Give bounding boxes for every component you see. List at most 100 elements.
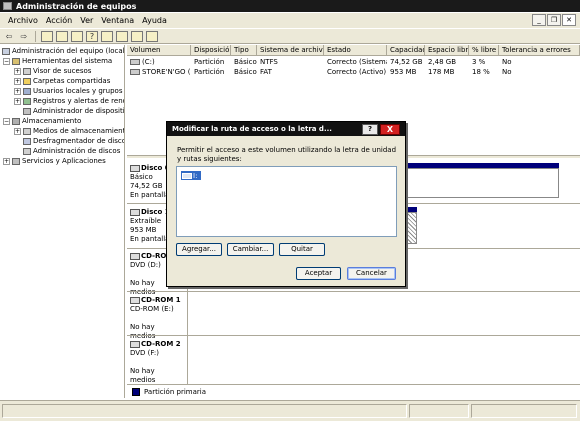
cd-drive-icon (130, 340, 140, 348)
list-item[interactable]: I: (181, 171, 201, 180)
col-espacio-libre[interactable]: Espacio libre (425, 45, 469, 56)
collapse-icon[interactable]: − (3, 57, 10, 65)
col-volumen[interactable]: Volumen (127, 45, 191, 56)
volume-filesystem: FAT (260, 68, 272, 76)
tree-item-discos[interactable]: Administración de discos (23, 146, 120, 156)
close-icon[interactable]: X (380, 124, 400, 135)
tree-root[interactable]: Administración del equipo (local) (2, 46, 124, 56)
tree-item-label: Registros y alertas de rendi (33, 97, 125, 105)
menu-ver[interactable]: Ver (76, 16, 97, 25)
volume-name-text: STORE'N'GO (I:) (142, 68, 191, 76)
disk-status: No hay medios (130, 323, 156, 340)
col-disposicion[interactable]: Disposición (191, 45, 231, 56)
tree-item-label: Carpetas compartidas (33, 77, 111, 85)
tree-item-label: Administrador de dispositivos (33, 107, 125, 115)
show-tree-icon[interactable] (56, 30, 68, 42)
forward-arrow-icon[interactable]: ⇨ (18, 31, 30, 42)
drive-icon (182, 172, 192, 179)
child-window-controls: _ ❐ ✕ (532, 14, 576, 26)
menu-ayuda[interactable]: Ayuda (138, 16, 171, 25)
properties-icon[interactable] (71, 30, 83, 42)
tree-item-medios[interactable]: + Medios de almacenamiento e (14, 126, 125, 136)
volume-fault-tolerance: No (502, 58, 512, 66)
event-viewer-icon (23, 67, 31, 75)
disk-separator (127, 335, 580, 336)
menu-archivo[interactable]: Archivo (4, 16, 42, 25)
expand-icon[interactable]: + (3, 157, 10, 165)
collapse-icon[interactable]: − (3, 117, 10, 125)
help-icon[interactable]: ? (86, 30, 98, 42)
disk-type: CD-ROM (E:) (130, 305, 174, 313)
removable-disk-icon (130, 208, 140, 216)
restore-icon[interactable]: ❐ (547, 14, 561, 26)
ok-button[interactable]: Aceptar (296, 267, 341, 280)
volume-name: STORE'N'GO (I:) (127, 67, 191, 77)
tree-item-servicios[interactable]: + Servicios y Aplicaciones (3, 156, 106, 166)
cancel-button[interactable]: Cancelar (347, 267, 396, 280)
disk-icon[interactable] (131, 30, 143, 42)
disk-type: DVD (D:) (130, 261, 161, 269)
users-icon (23, 87, 31, 95)
disk-status: No hay medios (130, 367, 156, 384)
computer-icon (2, 47, 10, 55)
volume-name: (C:) (127, 57, 191, 67)
volume-type: Básico (234, 58, 257, 66)
tree-item-label: Usuarios locales y grupos (33, 87, 123, 95)
performance-icon (23, 97, 31, 105)
tree-item-herramientas[interactable]: − Herramientas del sistema (3, 56, 112, 66)
minimize-icon[interactable]: _ (532, 14, 546, 26)
storage-icon (12, 117, 20, 125)
view-icon[interactable] (101, 30, 113, 42)
tree-item-dispositivos[interactable]: Administrador de dispositivos (23, 106, 125, 116)
col-estado[interactable]: Estado (324, 45, 387, 56)
drive-path-list[interactable]: I: (176, 166, 397, 237)
tree-item-usuarios[interactable]: + Usuarios locales y grupos (14, 86, 122, 96)
disk-size: 74,52 GB (130, 182, 163, 190)
add-button[interactable]: Agregar... (176, 243, 222, 256)
menu-accion[interactable]: Acción (42, 16, 76, 25)
tree-item-carpetas[interactable]: + Carpetas compartidas (14, 76, 110, 86)
back-arrow-icon[interactable]: ⇦ (3, 31, 15, 42)
close-icon[interactable]: ✕ (562, 14, 576, 26)
legend: Partición primaria (127, 384, 580, 398)
disk-type: Extraíble (130, 217, 162, 225)
search-icon[interactable] (146, 30, 158, 42)
expand-icon[interactable]: + (14, 97, 21, 105)
cd-drive-icon (130, 296, 140, 304)
export-list-icon[interactable] (116, 30, 128, 42)
col-tipo[interactable]: Tipo (231, 45, 257, 56)
change-button[interactable]: Cambiar... (227, 243, 274, 256)
dialog-message: Permitir el acceso a este volumen utiliz… (177, 146, 397, 163)
volume-type: Básico (234, 68, 257, 76)
expand-icon[interactable]: + (14, 77, 21, 85)
col-tolerancia[interactable]: Tolerancia a errores (499, 45, 580, 56)
status-pane-2 (409, 404, 469, 418)
menu-bar: Archivo Acción Ver Ventana Ayuda (0, 13, 580, 28)
disk-separator (127, 291, 580, 292)
console-tree: Administración del equipo (local) − Herr… (0, 45, 125, 398)
disk-type: Básico (130, 173, 153, 181)
col-porcentaje-libre[interactable]: % libre (469, 45, 499, 56)
remove-button[interactable]: Quitar (279, 243, 325, 256)
tree-item-registros[interactable]: + Registros y alertas de rendi (14, 96, 125, 106)
col-capacidad[interactable]: Capacidad (387, 45, 425, 56)
col-sistema-archivos[interactable]: Sistema de archivos (257, 45, 324, 56)
tree-item-desfragmentador[interactable]: Desfragmentador de disco (23, 136, 124, 146)
partition-c[interactable] (407, 168, 559, 198)
up-folder-icon[interactable] (41, 30, 53, 42)
tree-item-visor[interactable]: + Visor de sucesos (14, 66, 91, 76)
partition-i[interactable] (407, 212, 417, 244)
disk-name: CD-ROM 1 (141, 296, 181, 304)
volume-list-header: Volumen Disposición Tipo Sistema de arch… (127, 45, 580, 56)
computer-management-icon (3, 2, 12, 10)
services-icon (12, 157, 20, 165)
cdrom-2-label[interactable]: CD-ROM 2 DVD (F:) No hay medios (130, 340, 182, 385)
menu-ventana[interactable]: Ventana (97, 16, 138, 25)
expand-icon[interactable]: + (14, 87, 21, 95)
expand-icon[interactable]: + (14, 67, 21, 75)
expand-icon[interactable]: + (14, 127, 21, 135)
volume-capacity: 953 MB (390, 68, 417, 76)
tree-item-label: Medios de almacenamiento e (33, 127, 125, 135)
help-icon[interactable]: ? (362, 124, 378, 135)
tree-item-almacenamiento[interactable]: − Almacenamiento (3, 116, 81, 126)
